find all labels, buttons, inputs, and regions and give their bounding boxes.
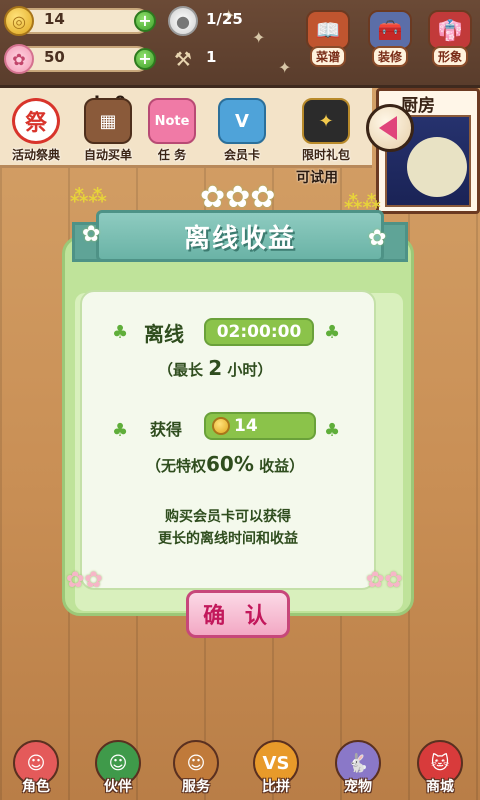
nav-partner-button[interactable]: ☺ 伙伴 xyxy=(88,740,148,800)
nav-service-button[interactable]: ☺ 服务 xyxy=(166,740,226,800)
max-suffix: 小时） xyxy=(227,361,273,379)
festival-event-button[interactable]: 祭 活动祭典 xyxy=(0,90,72,168)
mimosa-flower-decoration: ⁂⁂ xyxy=(70,186,107,207)
promo-line-2: 更长的离线时间和收益 xyxy=(158,531,298,547)
outfit-icon: 👘 xyxy=(428,10,472,50)
rate-suffix: 收益） xyxy=(259,457,305,475)
white-flower-decoration: ✿ xyxy=(368,226,387,251)
white-flower-decoration: ✿✿✿ xyxy=(200,180,276,215)
festival-label: 活动祭典 xyxy=(11,148,60,162)
cash-register-icon: ▦ xyxy=(84,98,132,144)
nav-pet-button[interactable]: 🐇 宠物 xyxy=(328,740,388,800)
tools-icon: ⚒ xyxy=(174,47,192,71)
white-flower-decoration: ✿ xyxy=(82,222,101,247)
limited-gift-label: 限时礼包 xyxy=(301,148,350,162)
tools-value: 1 xyxy=(206,48,217,66)
offline-duration: 02:00:00 xyxy=(204,318,314,346)
toolbox-icon: 🧰 xyxy=(368,10,412,50)
max-duration-note: （最长 2 小时） xyxy=(158,356,272,380)
nav-service-label: 服务 xyxy=(182,779,210,795)
recipe-book-icon: 📖 xyxy=(306,10,350,50)
pink-flower-decoration: ✿✿ xyxy=(66,568,103,593)
festival-icon: 祭 xyxy=(12,98,60,144)
member-card-button[interactable]: V 会员卡 xyxy=(206,90,278,168)
clover-icon: ♣ xyxy=(324,420,341,441)
star-decoration: ✦ xyxy=(252,28,266,47)
offline-label: 离线 xyxy=(144,322,184,346)
coin-value: 14 xyxy=(44,10,65,28)
nav-character-label: 角色 xyxy=(22,779,50,795)
member-card-label: 会员卡 xyxy=(223,148,260,162)
appearance-button[interactable]: 👘 形象 xyxy=(424,10,476,68)
decorate-button[interactable]: 🧰 装修 xyxy=(364,10,416,68)
promo-line-1: 购买会员卡可以获得 xyxy=(165,509,291,525)
plate-icon: ● xyxy=(168,6,198,36)
offline-duration-value: 02:00:00 xyxy=(216,322,302,342)
star-decoration: ✦ xyxy=(278,58,292,77)
gain-value: 14 xyxy=(234,416,258,436)
recipe-label: 菜谱 xyxy=(309,46,346,67)
limited-gift-button[interactable]: ✦ 限时礼包 xyxy=(290,90,362,168)
nav-character-button[interactable]: ☺ 角色 xyxy=(6,740,66,800)
coin-icon: ◎ xyxy=(4,6,34,36)
notebook-icon: Note xyxy=(148,98,196,144)
plate-value: 1/25 xyxy=(206,10,243,28)
coin-icon xyxy=(212,417,230,435)
nav-compete-button[interactable]: VS 比拼 xyxy=(246,740,306,800)
add-coins-button[interactable]: + xyxy=(134,10,156,32)
clover-icon: ♣ xyxy=(112,420,129,441)
auto-checkout-label: 自动买单 xyxy=(83,148,132,162)
sakura-icon: ✿ xyxy=(4,44,34,74)
nav-compete-label: 比拼 xyxy=(262,779,290,795)
member-card-promo: 购买会员卡可以获得 更长的离线时间和收益 xyxy=(100,506,356,550)
left-arrow-icon xyxy=(379,116,397,140)
tasks-button[interactable]: Note 任 务 xyxy=(136,90,208,168)
appearance-label: 形象 xyxy=(431,46,468,67)
auto-checkout-button[interactable]: ▦ 自动买单 xyxy=(72,90,144,168)
recipe-button[interactable]: 📖 菜谱 xyxy=(302,10,354,68)
rate-prefix: （无特权 xyxy=(146,457,207,475)
rate-percent: 60% xyxy=(206,452,254,476)
mimosa-flower-decoration: ⁂⁂ xyxy=(344,192,381,213)
max-hours: 2 xyxy=(208,356,223,380)
vip-card-icon: V xyxy=(218,98,266,144)
nav-pet-label: 宠物 xyxy=(344,779,372,795)
nav-shop-label: 商城 xyxy=(426,779,454,795)
moon-decoration xyxy=(407,137,467,197)
gain-label: 获得 xyxy=(150,420,183,439)
gain-amount: 14 xyxy=(204,412,316,440)
nav-shop-button[interactable]: 🐱 商城 xyxy=(410,740,470,800)
clover-icon: ♣ xyxy=(112,322,129,343)
add-flowers-button[interactable]: + xyxy=(134,48,156,70)
trial-available-text: 可试用 xyxy=(296,170,338,186)
decorate-label: 装修 xyxy=(371,46,408,67)
tasks-label: 任 务 xyxy=(157,148,187,162)
pink-flower-decoration: ✿✿ xyxy=(366,568,403,593)
clover-icon: ♣ xyxy=(324,322,341,343)
max-prefix: （最长 xyxy=(158,361,204,379)
dialog-title-ribbon: 离线收益 xyxy=(96,210,384,262)
confirm-button[interactable]: 确 认 xyxy=(186,590,290,638)
flower-value: 50 xyxy=(44,48,65,66)
dialog-title: 离线收益 xyxy=(183,223,296,254)
nav-partner-label: 伙伴 xyxy=(104,779,132,795)
rate-note: （无特权60% 收益） xyxy=(146,452,304,476)
collapse-arrow-button[interactable] xyxy=(366,104,414,152)
gift-box-icon: ✦ xyxy=(302,98,350,144)
